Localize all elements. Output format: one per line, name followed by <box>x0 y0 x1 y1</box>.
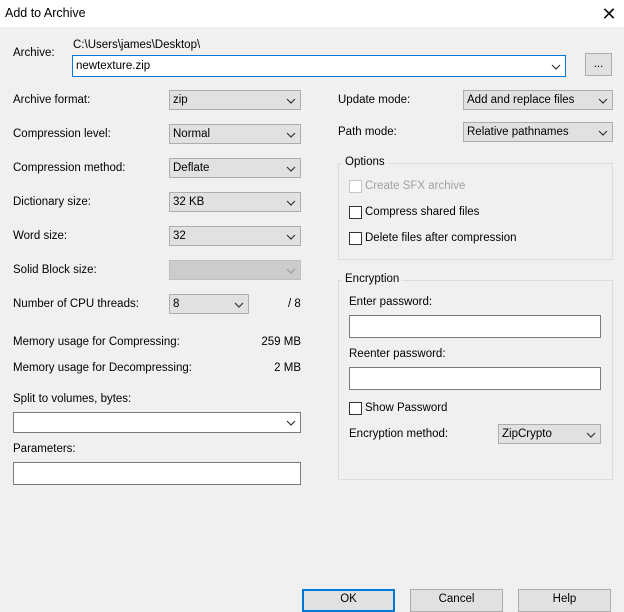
chevron-down-icon <box>286 420 296 426</box>
memory-compress-label: Memory usage for Compressing: <box>13 336 180 348</box>
split-volumes-combo[interactable] <box>13 412 301 433</box>
archive-name-combo[interactable]: newtexture.zip <box>72 55 566 77</box>
archive-name-value: newtexture.zip <box>76 60 151 72</box>
cpu-threads-select[interactable]: 8 <box>169 294 249 314</box>
help-button-label: Help <box>552 593 577 605</box>
delete-after-label: Delete files after compression <box>365 232 517 244</box>
compress-shared-label: Compress shared files <box>365 206 480 218</box>
chevron-down-icon <box>598 98 608 104</box>
archive-path: C:\Users\james\Desktop\ <box>73 39 201 51</box>
archive-format-label: Archive format: <box>13 94 91 106</box>
split-volumes-label: Split to volumes, bytes: <box>13 393 132 405</box>
memory-compress-value: 259 MB <box>261 336 301 348</box>
create-sfx-label: Create SFX archive <box>365 180 466 192</box>
word-size-label: Word size: <box>13 230 68 242</box>
chevron-down-icon <box>286 200 296 206</box>
encryption-method-select[interactable]: ZipCrypto <box>498 424 601 444</box>
show-password-label: Show Password <box>365 402 448 414</box>
cpu-threads-label: Number of CPU threads: <box>13 298 139 310</box>
chevron-down-icon <box>286 268 296 274</box>
chevron-down-icon <box>286 166 296 172</box>
compression-level-value: Normal <box>173 128 211 140</box>
ok-button-label: OK <box>340 593 357 605</box>
parameters-input[interactable] <box>13 462 301 485</box>
path-mode-value: Relative pathnames <box>467 126 569 138</box>
dictionary-size-label: Dictionary size: <box>13 196 91 208</box>
options-group-title: Options <box>342 156 388 168</box>
encryption-group-title: Encryption <box>342 273 403 285</box>
chevron-down-icon <box>586 432 596 438</box>
update-mode-label: Update mode: <box>338 94 411 106</box>
window-title: Add to Archive <box>5 6 86 20</box>
compression-level-select[interactable]: Normal <box>169 124 301 144</box>
enter-password-label: Enter password: <box>349 296 433 308</box>
solid-block-size-select[interactable] <box>169 260 301 280</box>
encryption-method-value: ZipCrypto <box>502 428 552 440</box>
cpu-threads-value: 8 <box>173 298 180 310</box>
encryption-method-label: Encryption method: <box>349 428 449 440</box>
compression-method-value: Deflate <box>173 162 210 174</box>
archive-format-value: zip <box>173 94 188 106</box>
cpu-threads-total: / 8 <box>288 298 301 310</box>
compress-shared-checkbox[interactable] <box>349 206 362 219</box>
chevron-down-icon <box>286 132 296 138</box>
chevron-down-icon <box>286 98 296 104</box>
reenter-password-input[interactable] <box>349 367 601 390</box>
path-mode-select[interactable]: Relative pathnames <box>463 122 613 142</box>
chevron-down-icon <box>234 302 244 308</box>
memory-decompress-label: Memory usage for Decompressing: <box>13 362 192 374</box>
dictionary-size-value: 32 KB <box>173 196 205 208</box>
enter-password-input[interactable] <box>349 315 601 338</box>
update-mode-value: Add and replace files <box>467 94 575 106</box>
create-sfx-checkbox[interactable] <box>349 180 362 193</box>
close-icon[interactable]: ✕ <box>598 4 620 24</box>
cancel-button-label: Cancel <box>438 593 475 605</box>
archive-label: Archive: <box>13 47 55 59</box>
chevron-down-icon <box>286 234 296 240</box>
archive-format-select[interactable]: zip <box>169 90 301 110</box>
compression-method-select[interactable]: Deflate <box>169 158 301 178</box>
parameters-label: Parameters: <box>13 443 76 455</box>
path-mode-label: Path mode: <box>338 126 397 138</box>
chevron-down-icon <box>551 64 561 70</box>
word-size-value: 32 <box>173 230 186 242</box>
compression-level-label: Compression level: <box>13 128 111 140</box>
browse-button-label: ... <box>593 58 604 70</box>
dictionary-size-select[interactable]: 32 KB <box>169 192 301 212</box>
browse-button[interactable]: ... <box>585 53 612 76</box>
word-size-select[interactable]: 32 <box>169 226 301 246</box>
update-mode-select[interactable]: Add and replace files <box>463 90 613 110</box>
compression-method-label: Compression method: <box>13 162 126 174</box>
chevron-down-icon <box>598 130 608 136</box>
solid-block-size-label: Solid Block size: <box>13 264 97 276</box>
delete-after-checkbox[interactable] <box>349 232 362 245</box>
show-password-checkbox[interactable] <box>349 402 362 415</box>
reenter-password-label: Reenter password: <box>349 348 446 360</box>
title-bar: Add to Archive ✕ <box>0 0 624 27</box>
memory-decompress-value: 2 MB <box>274 362 301 374</box>
